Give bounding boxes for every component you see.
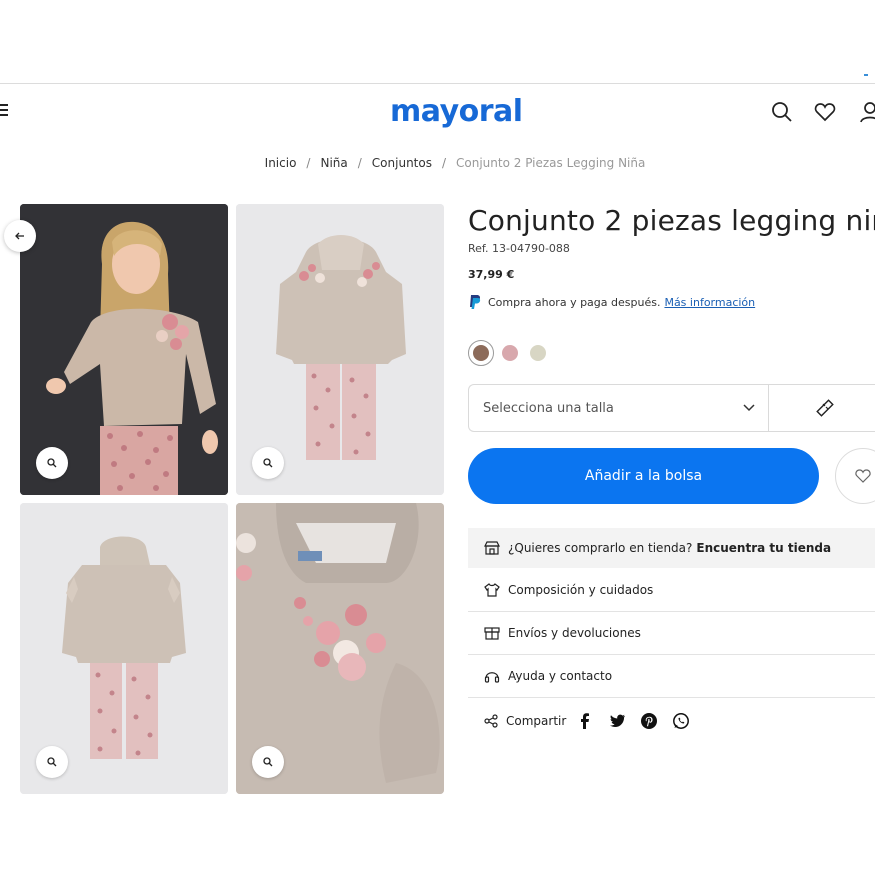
user-icon[interactable] xyxy=(858,100,875,124)
shirt-icon xyxy=(484,583,500,597)
paypal-icon xyxy=(470,295,481,309)
zoom-icon[interactable] xyxy=(252,447,284,479)
arrow-left-icon[interactable] xyxy=(4,220,36,252)
product-photo-model[interactable] xyxy=(20,204,228,495)
paypal-more-info-link[interactable]: Más información xyxy=(664,296,755,309)
box-icon xyxy=(484,627,500,640)
twitter-icon[interactable] xyxy=(608,712,626,730)
wishlist-button[interactable] xyxy=(835,448,875,504)
product-photo-detail[interactable] xyxy=(236,503,444,794)
zoom-icon[interactable] xyxy=(252,746,284,778)
whatsapp-icon[interactable] xyxy=(672,712,690,730)
headset-icon xyxy=(484,672,500,683)
breadcrumb-current: Conjunto 2 Piezas Legging Niña xyxy=(456,156,646,170)
pinterest-icon[interactable] xyxy=(640,712,658,730)
paypal-text: Compra ahora y paga después. xyxy=(488,295,661,309)
help-contact-label: Ayuda y contacto xyxy=(508,669,613,683)
paypal-message: Compra ahora y paga después. Más informa… xyxy=(468,294,755,310)
store-icon xyxy=(484,541,500,555)
share-icon xyxy=(484,714,498,728)
composition-care-row[interactable]: Composición y cuidados xyxy=(468,569,875,612)
chevron-down-icon xyxy=(743,404,755,412)
facebook-icon[interactable] xyxy=(576,712,594,730)
size-select-placeholder: Selecciona una talla xyxy=(483,400,614,416)
menu-icon[interactable] xyxy=(0,104,8,118)
site-header: mayoral xyxy=(0,84,875,140)
help-contact-row[interactable]: Ayuda y contacto xyxy=(468,655,875,698)
product-photo-front[interactable] xyxy=(236,204,444,495)
size-select[interactable]: Selecciona una talla xyxy=(468,384,768,432)
share-bar: Compartir xyxy=(484,712,690,730)
color-swatch-pink[interactable] xyxy=(502,345,518,361)
color-swatch-beige[interactable] xyxy=(530,345,546,361)
heart-icon[interactable] xyxy=(813,100,837,124)
product-photo-back[interactable] xyxy=(20,503,228,794)
ruler-icon xyxy=(816,399,834,417)
breadcrumb: Inicio / Niña / Conjuntos / Conjunto 2 Piezas … xyxy=(264,156,646,170)
breadcrumb-conjuntos[interactable]: Conjuntos xyxy=(372,156,432,170)
heart-icon xyxy=(855,469,871,483)
store-question: ¿Quieres comprarlo en tienda? xyxy=(508,541,693,555)
find-store-link[interactable]: Encuentra tu tienda xyxy=(696,541,831,555)
breadcrumb-inicio[interactable]: Inicio xyxy=(265,156,297,170)
share-label: Compartir xyxy=(506,714,567,728)
product-title: Conjunto 2 piezas legging niña xyxy=(468,204,875,237)
color-swatch-brown[interactable] xyxy=(473,345,489,361)
product-price: 37,99 € xyxy=(468,268,515,281)
shipping-returns-row[interactable]: Envíos y devoluciones xyxy=(468,612,875,655)
composition-care-label: Composición y cuidados xyxy=(508,583,654,597)
shipping-returns-label: Envíos y devoluciones xyxy=(508,626,641,640)
mayoral-logo[interactable]: mayoral xyxy=(390,94,523,129)
search-icon[interactable] xyxy=(770,100,794,124)
breadcrumb-nina[interactable]: Niña xyxy=(320,156,347,170)
size-guide-button[interactable] xyxy=(768,384,875,432)
find-store-row[interactable]: ¿Quieres comprarlo en tienda? Encuentra … xyxy=(468,528,875,568)
top-accent-mark xyxy=(864,74,868,76)
zoom-icon[interactable] xyxy=(36,746,68,778)
product-ref: Ref. 13-04790-088 xyxy=(468,242,570,255)
zoom-icon[interactable] xyxy=(36,447,68,479)
add-to-bag-button[interactable]: Añadir a la bolsa xyxy=(468,448,819,504)
